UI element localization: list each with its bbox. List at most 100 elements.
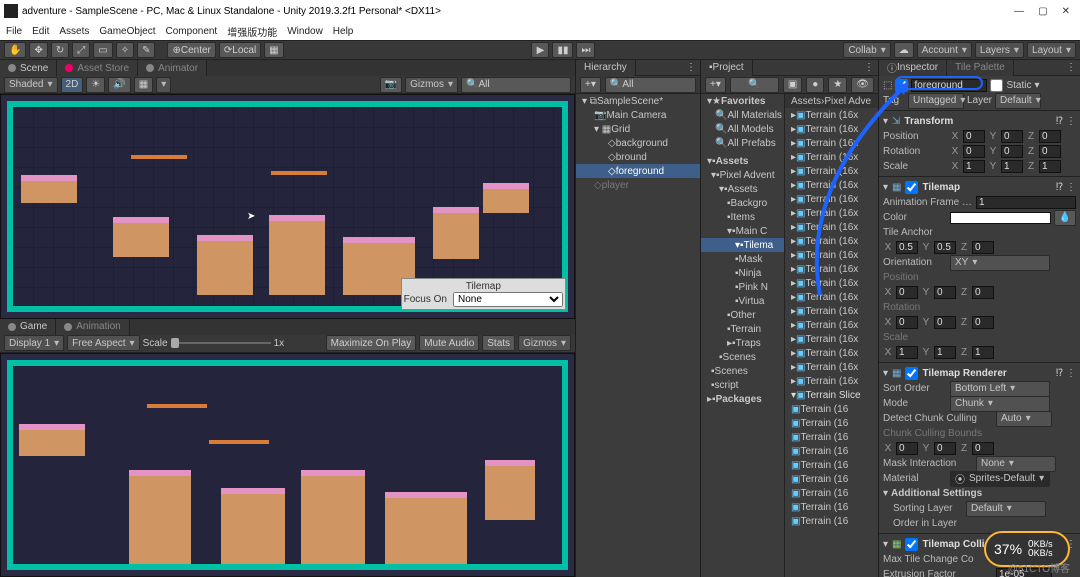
folder-virtua[interactable]: ▪Virtua [701, 294, 784, 308]
renderer-enabled[interactable] [905, 367, 918, 380]
hierarchy-add[interactable]: +▾ [580, 77, 601, 93]
folder-other[interactable]: ▪Other [701, 308, 784, 322]
menu-assets[interactable]: Assets [59, 26, 89, 37]
menu-edit[interactable]: Edit [32, 26, 49, 37]
project-filter-2[interactable]: ● [806, 77, 824, 93]
asset-row[interactable]: ▸▣ Terrain (16x [785, 164, 878, 178]
step-button[interactable]: ⏭ [576, 42, 595, 58]
asset-row[interactable]: ▸▣ Terrain (16x [785, 304, 878, 318]
asset-row[interactable]: ▸▣ Terrain (16x [785, 346, 878, 360]
folder-terrain[interactable]: ▪Terrain [701, 322, 784, 336]
game-gizmos[interactable]: Gizmos [518, 335, 571, 351]
tab-asset-store[interactable]: Asset Store [57, 60, 138, 76]
folder-pink[interactable]: ▪Pink N [701, 280, 784, 294]
layer-dropdown[interactable]: Default [995, 93, 1041, 109]
inspector-body[interactable]: ⬚ Static▾ Tag Untagged Layer Default ▾ ⇲… [879, 76, 1080, 577]
gizmos-dropdown[interactable]: Gizmos [405, 77, 458, 93]
asset-row[interactable]: ▸▣ Terrain (16x [785, 262, 878, 276]
menu-gameobject[interactable]: GameObject [99, 26, 155, 37]
asset-row[interactable]: ▣ Terrain (16 [785, 472, 878, 486]
menu-extra[interactable]: 增强版功能 [227, 24, 277, 39]
hierarchy-menu-icon[interactable]: ⋮ [682, 62, 700, 73]
minimize-button[interactable]: — [1014, 6, 1024, 17]
sorting-layer-dropdown[interactable]: Default [966, 501, 1046, 517]
collider-enabled[interactable] [905, 538, 918, 551]
project-tree[interactable]: ▾★ Favorites 🔍All Materials 🔍All Models … [701, 94, 785, 577]
dcc-dropdown[interactable]: Auto [996, 411, 1052, 427]
folder-pixeladv[interactable]: ▾▪Pixel Advent [701, 168, 784, 182]
asset-row[interactable]: ▸▣ Terrain (16x [785, 234, 878, 248]
fav-models[interactable]: 🔍All Models [701, 122, 784, 136]
asset-row[interactable]: ▸▣ Terrain (16x [785, 248, 878, 262]
transform-tool[interactable]: ✧ [116, 42, 134, 58]
scale-tool[interactable]: ⤢ [72, 42, 90, 58]
folder-mainc[interactable]: ▾▪Main C [701, 224, 784, 238]
item-background[interactable]: ◇ background [576, 136, 700, 150]
tab-tile-palette[interactable]: Tile Palette [947, 60, 1014, 76]
fx-dropdown[interactable] [156, 77, 171, 93]
static-checkbox[interactable] [990, 79, 1003, 92]
item-foreground[interactable]: ◇ foreground [576, 164, 700, 178]
project-menu-icon[interactable]: ⋮ [860, 62, 878, 73]
asset-row[interactable]: ▸▣ Terrain (16x [785, 178, 878, 192]
asset-row[interactable]: ▣ Terrain (16 [785, 514, 878, 528]
folder-scenes2[interactable]: ▪Scenes [701, 364, 784, 378]
collab-dropdown[interactable]: Collab [843, 42, 890, 58]
fav-materials[interactable]: 🔍All Materials [701, 108, 784, 122]
asset-row[interactable]: ▸▣ Terrain (16x [785, 108, 878, 122]
project-list[interactable]: Assets › Pixel Adve ▸▣ Terrain (16x▸▣ Te… [785, 94, 878, 577]
scene-row[interactable]: ▾ ⧉ SampleScene* [576, 94, 700, 108]
anchor-y[interactable] [934, 241, 956, 254]
scale-slider[interactable] [171, 342, 271, 344]
sort-dropdown[interactable]: Bottom Left [950, 381, 1050, 397]
asset-row[interactable]: ▾▣ Terrain Slice [785, 388, 878, 402]
asset-row[interactable]: ▣ Terrain (16 [785, 402, 878, 416]
project-add[interactable]: +▾ [705, 77, 726, 93]
pivot-center[interactable]: ⊕Center [167, 42, 215, 58]
orient-dropdown[interactable]: XY [950, 255, 1050, 271]
scl-z[interactable] [1039, 160, 1061, 173]
account-dropdown[interactable]: Account [917, 42, 972, 58]
item-main-camera[interactable]: 📷 Main Camera [576, 108, 700, 122]
inspector-menu-icon[interactable]: ⋮ [1062, 62, 1080, 73]
component-menu[interactable]: ⁉ ⋮ [1056, 116, 1076, 127]
component-menu[interactable]: ⁉ ⋮ [1056, 182, 1076, 193]
rotate-tool[interactable]: ↻ [51, 42, 69, 58]
maximize-button[interactable]: ▢ [1038, 6, 1047, 17]
tab-inspector[interactable]: ⓘ Inspector [879, 60, 947, 76]
close-button[interactable]: ✕ [1062, 6, 1070, 17]
rot-z[interactable] [1039, 145, 1061, 158]
folder-scenes1[interactable]: ▪Scenes [701, 350, 784, 364]
pos-x[interactable] [963, 130, 985, 143]
hierarchy-tree[interactable]: ▾ ⧉ SampleScene* 📷 Main Camera ▾ ▦ Grid … [576, 94, 700, 577]
menu-window[interactable]: Window [287, 26, 323, 37]
favorites-row[interactable]: ▾★ Favorites [701, 94, 784, 108]
tab-project[interactable]: ▪ Project [701, 60, 753, 76]
item-bround[interactable]: ◇ bround [576, 150, 700, 164]
asset-row[interactable]: ▣ Terrain (16 [785, 444, 878, 458]
folder-ninja[interactable]: ▪Ninja [701, 266, 784, 280]
audio-toggle[interactable]: 🔊 [108, 77, 130, 93]
asset-row[interactable]: ▣ Terrain (16 [785, 430, 878, 444]
scene-search[interactable]: 🔍 All [461, 77, 571, 93]
asset-row[interactable]: ▸▣ Terrain (16x [785, 290, 878, 304]
asset-row[interactable]: ▸▣ Terrain (16x [785, 122, 878, 136]
2d-toggle[interactable]: 2D [61, 77, 84, 93]
scl-x[interactable] [963, 160, 985, 173]
rect-tool[interactable]: ▭ [93, 42, 112, 58]
scene-view[interactable]: ➤ Tilemap Focus On None [0, 94, 575, 319]
folder-script[interactable]: ▪script [701, 378, 784, 392]
folder-assets2[interactable]: ▾▪Assets [701, 182, 784, 196]
color-picker-icon[interactable]: 💧 [1054, 210, 1076, 226]
tab-animator[interactable]: Animator [138, 60, 207, 76]
camera-icon[interactable]: 📷 [380, 77, 402, 93]
asset-row[interactable]: ▸▣ Terrain (16x [785, 136, 878, 150]
tab-game[interactable]: Game [0, 319, 56, 335]
layout-dropdown[interactable]: Layout [1027, 42, 1076, 58]
project-search[interactable]: 🔍 [730, 77, 779, 93]
maximize-on-play[interactable]: Maximize On Play [326, 335, 417, 351]
fx-toggle[interactable]: ▦ [134, 77, 153, 93]
asset-row[interactable]: ▸▣ Terrain (16x [785, 276, 878, 290]
display-dropdown[interactable]: Display 1 [4, 335, 64, 351]
afr-input[interactable] [976, 196, 1076, 209]
